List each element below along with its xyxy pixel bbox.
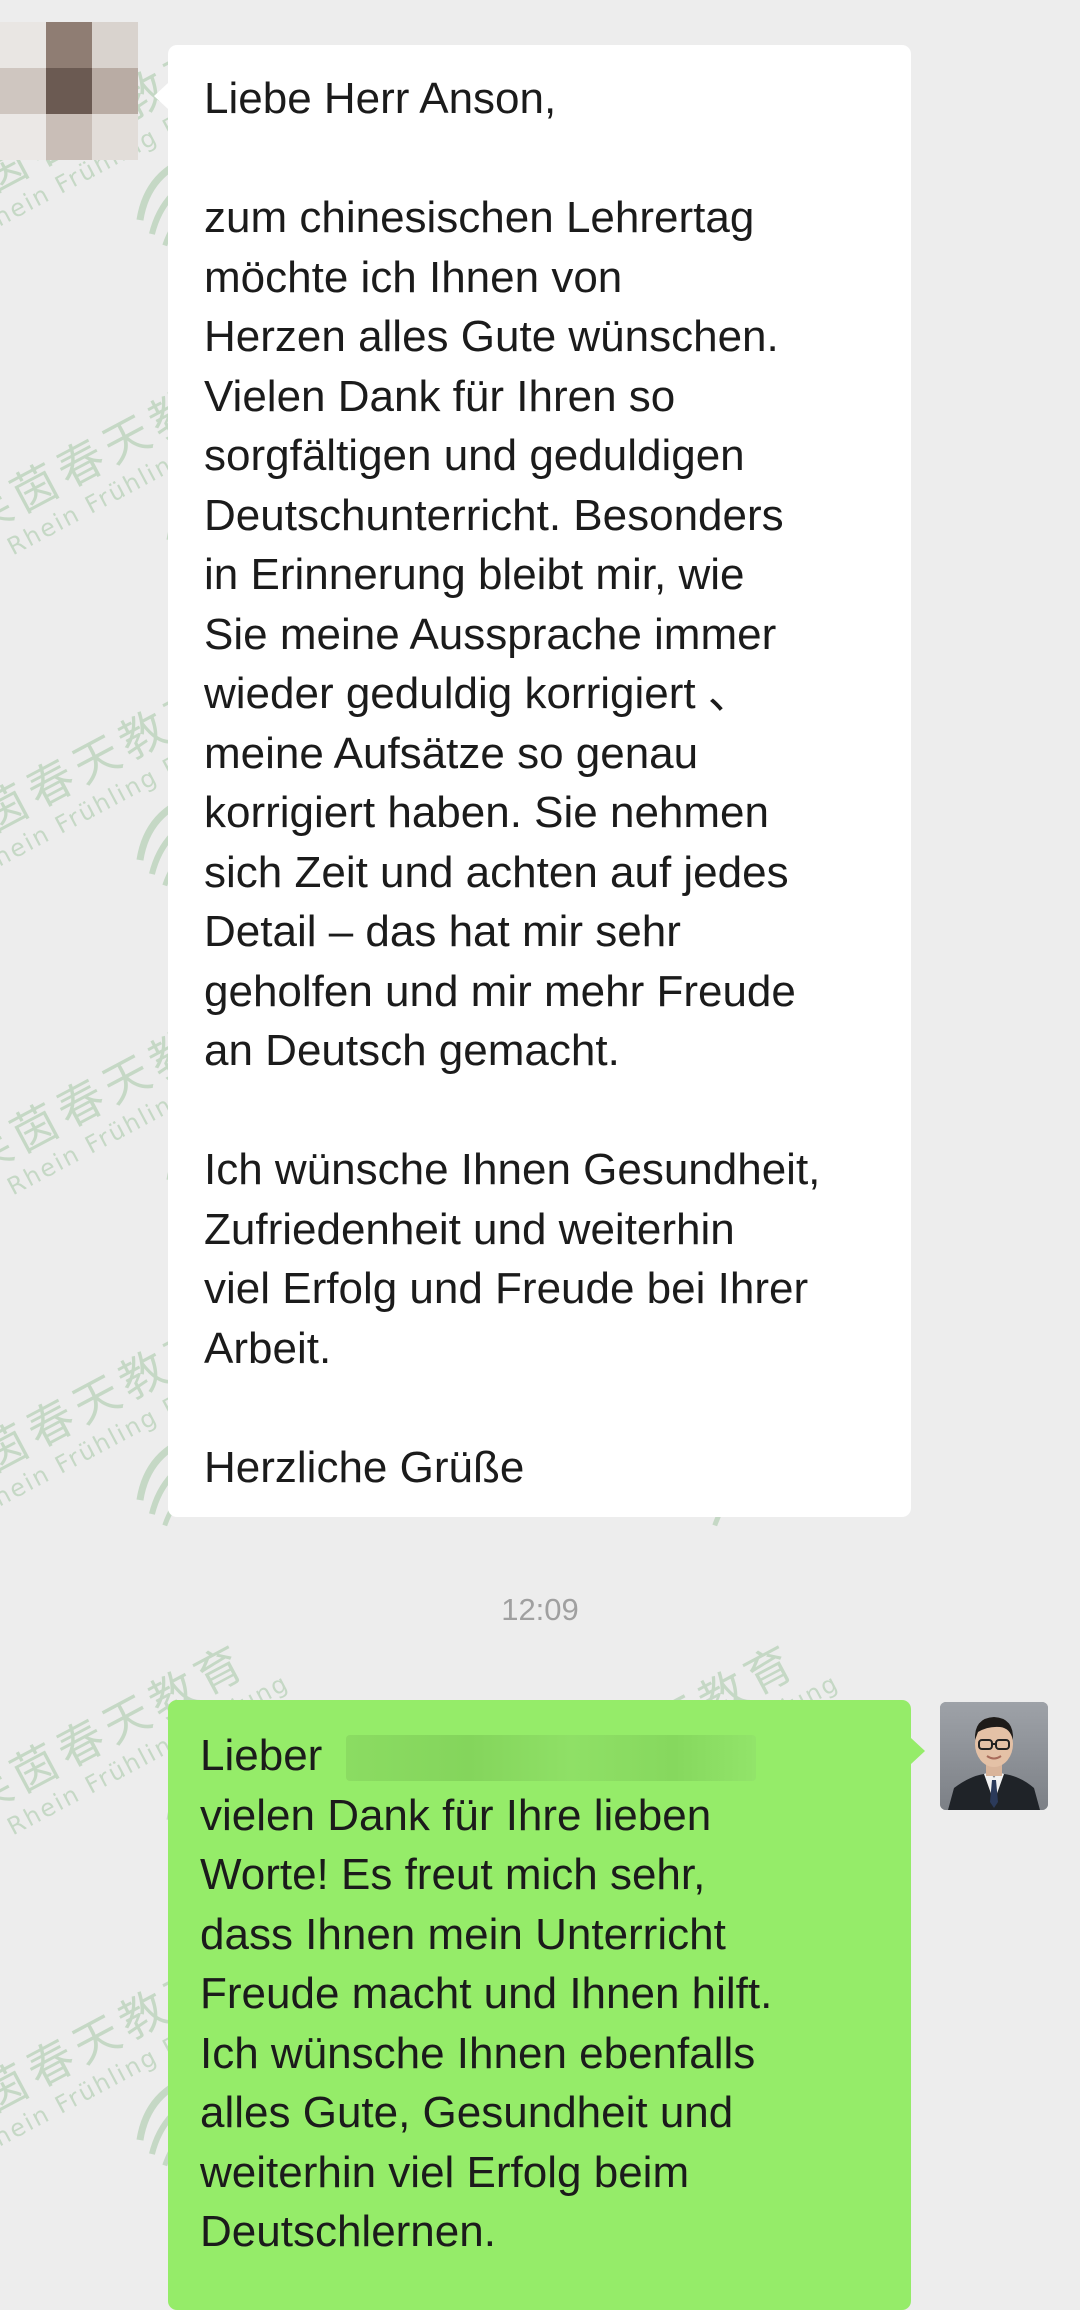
message-line: Deutschunterricht. Besonders	[204, 490, 784, 540]
outgoing-message-text: vielen Dank für Ihre lieben Worte! Es fre…	[200, 1786, 881, 2262]
message-line: dass Ihnen mein Unterricht	[200, 1909, 726, 1959]
message-line: Detail – das hat mir sehr	[204, 907, 681, 956]
message-line: korrigiert haben. Sie nehmen	[204, 788, 769, 837]
message-line: in Erinnerung bleibt mir, wie	[204, 550, 745, 599]
message-line: Sie meine Aussprache immer	[204, 609, 777, 659]
incoming-message-bubble[interactable]: Liebe Herr Anson, zum chinesischen Lehrer…	[154, 45, 911, 1517]
message-line: Liebe Herr Anson,	[204, 74, 557, 123]
message-timestamp: 12:09	[501, 1592, 579, 1627]
outgoing-greeting-line: Lieber	[200, 1726, 881, 1786]
message-line: alles Gute, Gesundheit und	[200, 2088, 734, 2137]
message-line: weiterhin viel Erfolg beim	[200, 2147, 690, 2197]
incoming-message-text: Liebe Herr Anson, zum chinesischen Lehrer…	[204, 69, 881, 1497]
message-line: Deutschlernen.	[200, 2207, 496, 2256]
message-line: wieder geduldig korrigiert 、	[204, 669, 752, 718]
message-line: Worte! Es freut mich sehr,	[200, 1850, 706, 1899]
message-line: Zufriedenheit und weiterhin	[204, 1204, 735, 1254]
outgoing-message-bubble[interactable]: Lieber vielen Dank für Ihre lieben Worte!…	[168, 1700, 925, 2310]
message-line: Arbeit.	[204, 1323, 332, 1373]
outgoing-greeting: Lieber	[200, 1731, 323, 1780]
message-line: möchte ich Ihnen von	[204, 252, 623, 302]
own-avatar[interactable]	[940, 1702, 1048, 1810]
message-line: vielen Dank für Ihre lieben	[200, 1790, 712, 1840]
bubble-tail-icon	[911, 1738, 925, 1764]
message-line: Ich wünsche Ihnen ebenfalls	[200, 2028, 756, 2078]
message-line: zum chinesischen Lehrertag	[204, 193, 755, 242]
bubble-tail-icon	[154, 83, 168, 109]
message-line: sorgfältigen und geduldigen	[204, 431, 745, 480]
message-line: Herzliche Grüße	[204, 1442, 525, 1492]
message-line: sich Zeit und achten auf jedes	[204, 847, 789, 897]
message-line: meine Aufsätze so genau	[204, 728, 699, 778]
message-line: Freude macht und Ihnen hilft.	[200, 1969, 773, 2018]
message-line: geholfen und mir mehr Freude	[204, 966, 796, 1016]
redacted-name	[346, 1735, 757, 1782]
person-photo-icon	[940, 1702, 1048, 1810]
message-line: viel Erfolg und Freude bei Ihrer	[204, 1264, 809, 1313]
message-line: an Deutsch gemacht.	[204, 1026, 620, 1075]
sender-avatar[interactable]	[0, 22, 138, 160]
message-line: Ich wünsche Ihnen Gesundheit,	[204, 1145, 821, 1194]
message-line: Herzen alles Gute wünschen.	[204, 312, 779, 361]
message-line: Vielen Dank für Ihren so	[204, 371, 676, 421]
